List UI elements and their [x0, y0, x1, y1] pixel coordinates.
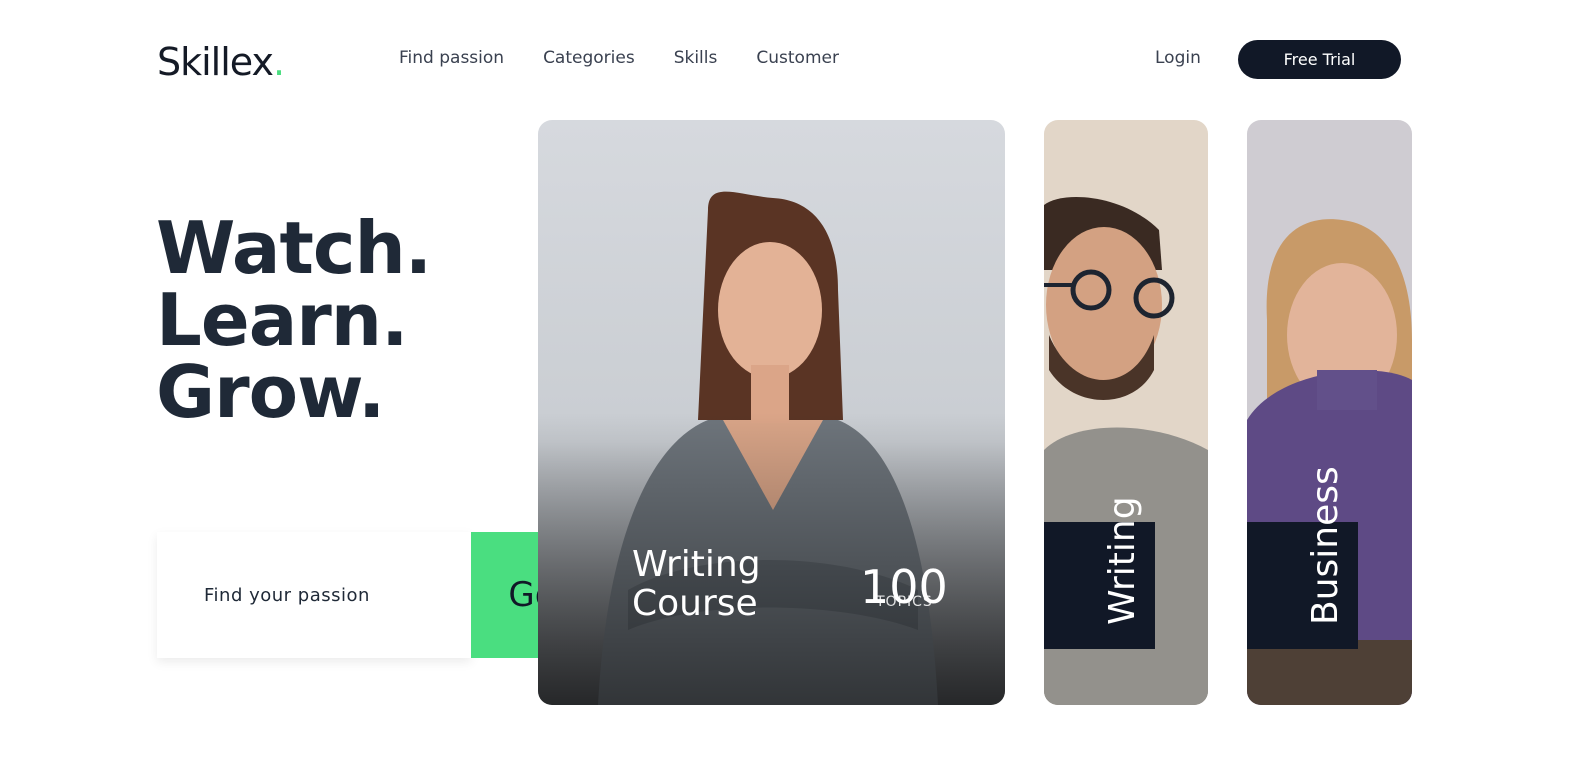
writing-category-card[interactable]: Writing [1044, 120, 1208, 705]
logo-dot: . [273, 40, 285, 84]
nav-find-passion[interactable]: Find passion [399, 48, 504, 68]
logo[interactable]: Skillex. [157, 40, 285, 84]
course-title: Writing Course [632, 545, 761, 623]
woman-photo [538, 120, 1005, 705]
business-vertical-label: Business [1305, 466, 1346, 625]
nav-customer[interactable]: Customer [756, 48, 839, 68]
writing-vertical-label: Writing [1102, 496, 1143, 625]
topic-count-unit: TOPICS [876, 594, 933, 610]
hero-heading: Watch. Learn. Grow. [156, 206, 432, 434]
main-nav: Find passion Categories Skills Customer [399, 48, 878, 68]
nav-categories[interactable]: Categories [543, 48, 635, 68]
course-title-line-1: Writing [632, 544, 761, 585]
business-category-card[interactable]: Business [1247, 120, 1412, 705]
hero-line-watch: Watch. [156, 206, 432, 290]
hero-line-grow: Grow. [156, 350, 385, 434]
hero-line-learn: Learn. [156, 278, 408, 362]
course-title-line-2: Course [632, 583, 758, 624]
passion-search-input[interactable] [157, 532, 471, 658]
free-trial-button[interactable]: Free Trial [1238, 40, 1401, 79]
login-link[interactable]: Login [1155, 48, 1201, 68]
writing-course-card[interactable]: Writing Course 100 TOPICS [538, 120, 1005, 705]
nav-skills[interactable]: Skills [674, 48, 718, 68]
logo-text: Skillex [157, 40, 274, 84]
